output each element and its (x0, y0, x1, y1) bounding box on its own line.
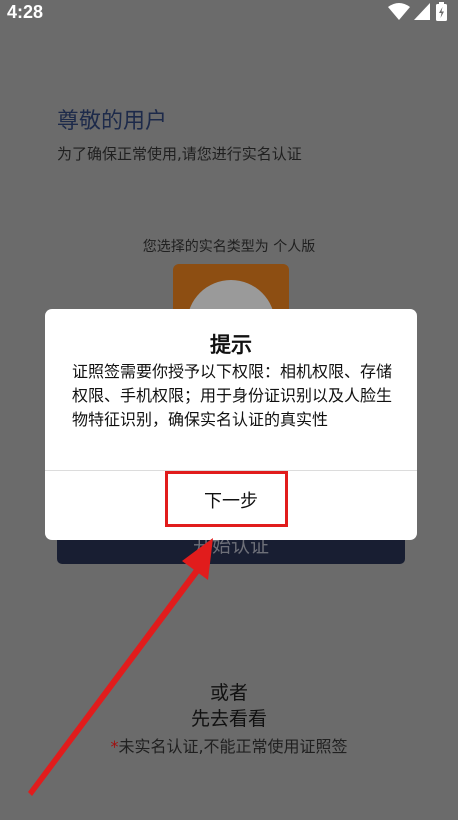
annotation-arrow-icon (28, 538, 213, 796)
